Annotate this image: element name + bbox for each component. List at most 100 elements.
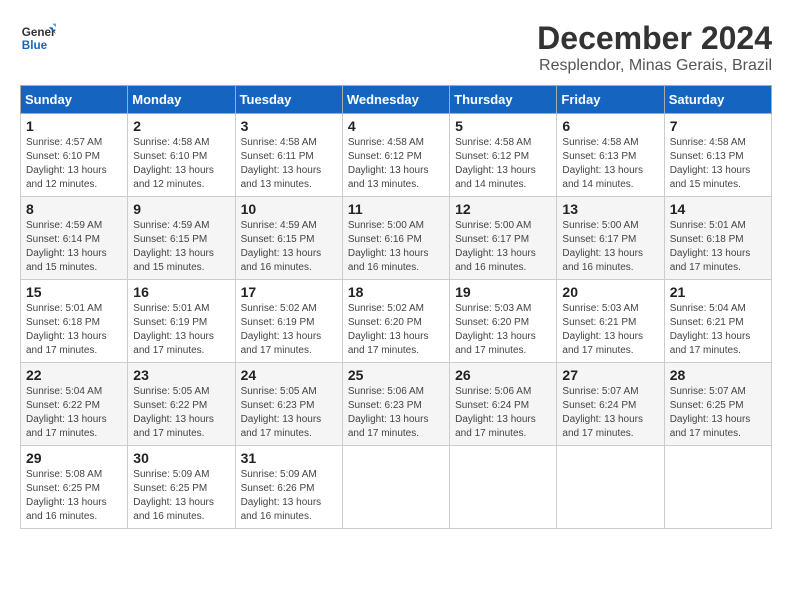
header: General Blue December 2024 Resplendor, M… [20,20,772,75]
calendar-cell: 21 Sunrise: 5:04 AM Sunset: 6:21 PM Dayli… [664,280,771,363]
day-number: 3 [241,118,337,134]
calendar-cell: 3Sunrise: 4:58 AM Sunset: 6:11 PM Daylig… [235,114,342,197]
week-row-4: 22 Sunrise: 5:04 AM Sunset: 6:22 PM Dayli… [21,363,772,446]
day-number: 19 [455,284,551,300]
day-info: Sunrise: 5:07 AM Sunset: 6:25 PM Dayligh… [670,385,766,441]
calendar-cell: 13 Sunrise: 5:00 AM Sunset: 6:17 PM Dayli… [557,197,664,280]
day-info: Sunrise: 5:04 AM Sunset: 6:22 PM Dayligh… [26,385,122,441]
day-info: Sunrise: 5:03 AM Sunset: 6:21 PM Dayligh… [562,302,658,358]
day-info: Sunrise: 5:02 AM Sunset: 6:19 PM Dayligh… [241,302,337,358]
day-info: Sunrise: 4:58 AM Sunset: 6:12 PM Dayligh… [348,136,444,192]
day-info: Sunrise: 5:00 AM Sunset: 6:17 PM Dayligh… [455,219,551,275]
day-number: 10 [241,201,337,217]
logo: General Blue [20,20,56,56]
header-cell-friday: Friday [557,86,664,114]
day-number: 14 [670,201,766,217]
calendar-cell: 22 Sunrise: 5:04 AM Sunset: 6:22 PM Dayli… [21,363,128,446]
page-container: General Blue December 2024 Resplendor, M… [20,20,772,529]
day-info: Sunrise: 4:58 AM Sunset: 6:13 PM Dayligh… [562,136,658,192]
day-number: 30 [133,450,229,466]
calendar-cell: 10 Sunrise: 4:59 AM Sunset: 6:15 PM Dayli… [235,197,342,280]
logo-icon: General Blue [20,20,56,56]
day-info: Sunrise: 4:58 AM Sunset: 6:13 PM Dayligh… [670,136,766,192]
day-info: Sunrise: 5:02 AM Sunset: 6:20 PM Dayligh… [348,302,444,358]
day-number: 20 [562,284,658,300]
day-number: 22 [26,367,122,383]
header-cell-monday: Monday [128,86,235,114]
calendar-cell: 31 Sunrise: 5:09 AM Sunset: 6:26 PM Dayli… [235,446,342,529]
day-number: 24 [241,367,337,383]
calendar-cell: 7 Sunrise: 4:58 AM Sunset: 6:13 PM Daylig… [664,114,771,197]
calendar-cell: 23Sunrise: 5:05 AM Sunset: 6:22 PM Dayli… [128,363,235,446]
day-info: Sunrise: 5:09 AM Sunset: 6:26 PM Dayligh… [241,468,337,524]
week-row-1: 1 Sunrise: 4:57 AM Sunset: 6:10 PM Daylig… [21,114,772,197]
day-number: 25 [348,367,444,383]
day-info: Sunrise: 4:59 AM Sunset: 6:15 PM Dayligh… [241,219,337,275]
day-info: Sunrise: 5:00 AM Sunset: 6:16 PM Dayligh… [348,219,444,275]
day-info: Sunrise: 5:06 AM Sunset: 6:24 PM Dayligh… [455,385,551,441]
calendar-cell: 29 Sunrise: 5:08 AM Sunset: 6:25 PM Dayli… [21,446,128,529]
calendar-cell [664,446,771,529]
day-number: 1 [26,118,122,134]
calendar-cell: 26 Sunrise: 5:06 AM Sunset: 6:24 PM Dayli… [450,363,557,446]
day-number: 12 [455,201,551,217]
calendar-cell [450,446,557,529]
calendar-cell: 17Sunrise: 5:02 AM Sunset: 6:19 PM Dayli… [235,280,342,363]
location-title: Resplendor, Minas Gerais, Brazil [537,57,772,75]
calendar-cell: 27 Sunrise: 5:07 AM Sunset: 6:24 PM Dayli… [557,363,664,446]
day-info: Sunrise: 5:06 AM Sunset: 6:23 PM Dayligh… [348,385,444,441]
calendar-cell: 12 Sunrise: 5:00 AM Sunset: 6:17 PM Dayli… [450,197,557,280]
header-cell-thursday: Thursday [450,86,557,114]
header-cell-saturday: Saturday [664,86,771,114]
day-info: Sunrise: 5:08 AM Sunset: 6:25 PM Dayligh… [26,468,122,524]
day-info: Sunrise: 4:59 AM Sunset: 6:15 PM Dayligh… [133,219,229,275]
month-title: December 2024 [537,20,772,57]
day-info: Sunrise: 5:01 AM Sunset: 6:18 PM Dayligh… [670,219,766,275]
day-number: 7 [670,118,766,134]
calendar-cell: 2Sunrise: 4:58 AM Sunset: 6:10 PM Daylig… [128,114,235,197]
svg-text:Blue: Blue [22,39,48,52]
calendar-cell: 28Sunrise: 5:07 AM Sunset: 6:25 PM Dayli… [664,363,771,446]
day-info: Sunrise: 5:04 AM Sunset: 6:21 PM Dayligh… [670,302,766,358]
day-number: 15 [26,284,122,300]
calendar-cell: 9 Sunrise: 4:59 AM Sunset: 6:15 PM Daylig… [128,197,235,280]
day-number: 27 [562,367,658,383]
calendar-table: SundayMondayTuesdayWednesdayThursdayFrid… [20,85,772,529]
calendar-cell: 14 Sunrise: 5:01 AM Sunset: 6:18 PM Dayli… [664,197,771,280]
day-number: 4 [348,118,444,134]
calendar-cell: 6Sunrise: 4:58 AM Sunset: 6:13 PM Daylig… [557,114,664,197]
header-cell-wednesday: Wednesday [342,86,449,114]
header-row: SundayMondayTuesdayWednesdayThursdayFrid… [21,86,772,114]
day-info: Sunrise: 5:07 AM Sunset: 6:24 PM Dayligh… [562,385,658,441]
day-info: Sunrise: 5:00 AM Sunset: 6:17 PM Dayligh… [562,219,658,275]
header-cell-tuesday: Tuesday [235,86,342,114]
title-area: December 2024 Resplendor, Minas Gerais, … [537,20,772,75]
calendar-cell: 8 Sunrise: 4:59 AM Sunset: 6:14 PM Daylig… [21,197,128,280]
day-number: 31 [241,450,337,466]
calendar-cell: 5 Sunrise: 4:58 AM Sunset: 6:12 PM Daylig… [450,114,557,197]
day-number: 13 [562,201,658,217]
calendar-cell [557,446,664,529]
day-number: 26 [455,367,551,383]
day-info: Sunrise: 4:59 AM Sunset: 6:14 PM Dayligh… [26,219,122,275]
calendar-cell: 1 Sunrise: 4:57 AM Sunset: 6:10 PM Daylig… [21,114,128,197]
day-info: Sunrise: 5:03 AM Sunset: 6:20 PM Dayligh… [455,302,551,358]
calendar-cell: 19 Sunrise: 5:03 AM Sunset: 6:20 PM Dayli… [450,280,557,363]
day-number: 21 [670,284,766,300]
day-number: 2 [133,118,229,134]
day-info: Sunrise: 5:05 AM Sunset: 6:23 PM Dayligh… [241,385,337,441]
week-row-5: 29 Sunrise: 5:08 AM Sunset: 6:25 PM Dayli… [21,446,772,529]
calendar-cell: 4 Sunrise: 4:58 AM Sunset: 6:12 PM Daylig… [342,114,449,197]
day-number: 23 [133,367,229,383]
day-number: 8 [26,201,122,217]
calendar-cell: 20 Sunrise: 5:03 AM Sunset: 6:21 PM Dayli… [557,280,664,363]
day-number: 11 [348,201,444,217]
calendar-cell [342,446,449,529]
week-row-3: 15Sunrise: 5:01 AM Sunset: 6:18 PM Dayli… [21,280,772,363]
day-info: Sunrise: 4:58 AM Sunset: 6:12 PM Dayligh… [455,136,551,192]
day-info: Sunrise: 4:57 AM Sunset: 6:10 PM Dayligh… [26,136,122,192]
calendar-cell: 11 Sunrise: 5:00 AM Sunset: 6:16 PM Dayli… [342,197,449,280]
day-number: 9 [133,201,229,217]
day-number: 5 [455,118,551,134]
day-number: 29 [26,450,122,466]
